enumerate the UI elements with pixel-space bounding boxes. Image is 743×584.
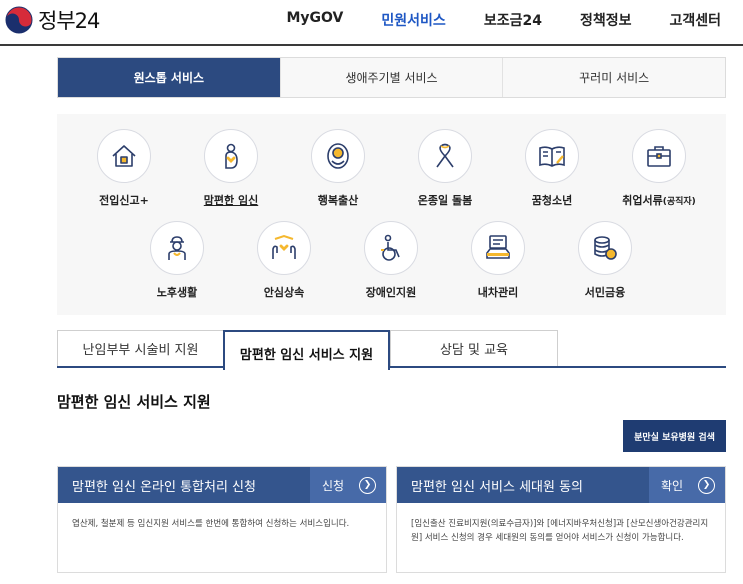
nav-customer-center[interactable]: 고객센터 [669, 10, 721, 30]
icon-label-main: 취업서류 [622, 194, 663, 207]
tab-pregnancy-service[interactable]: 맘편한 임신 서비스 지원 [223, 330, 390, 370]
site-header: 정부24 MyGOV 민원서비스 보조금24 정책정보 고객센터 [0, 0, 743, 46]
hands-icon [272, 234, 296, 259]
logo-text: 정부24 [38, 9, 100, 33]
section-title: 맘편한 임신 서비스 지원 [57, 393, 211, 411]
pregnant-icon [225, 143, 238, 169]
tab-onestop[interactable]: 원스톱 서비스 [58, 58, 281, 97]
icon-circle [257, 221, 311, 275]
icon-circle [311, 129, 365, 183]
card-header: 맘편한 임신 온라인 통합처리 신청 신청 ❯ [58, 467, 386, 503]
icon-circle [418, 129, 472, 183]
icon-item-disability[interactable]: 장애인지원 [336, 221, 446, 300]
icon-item-pregnancy[interactable]: 맘편한 임신 [176, 129, 286, 208]
icon-circle [97, 129, 151, 183]
icon-label: 장애인지원 [365, 286, 417, 299]
chevron-right-icon: ❯ [698, 476, 715, 494]
tab-lifecycle[interactable]: 생애주기별 서비스 [280, 58, 504, 97]
baby-icon [327, 143, 349, 169]
icon-label: 취업서류(공직자) [604, 192, 714, 208]
car-icon [486, 235, 510, 259]
card-description: 엽산제, 철분제 등 임신지원 서비스를 한번에 통합하여 신청하는 서비스입니… [72, 519, 350, 529]
ribbon-icon [436, 143, 454, 168]
icon-circle [632, 129, 686, 183]
confirm-button-label: 확인 [661, 478, 684, 493]
tab-package[interactable]: 꾸러미 서비스 [503, 58, 726, 97]
house-icon [112, 145, 136, 167]
coins-icon [594, 236, 617, 260]
apply-button-label: 신청 [322, 478, 345, 493]
card-household-consent: 맘편한 임신 서비스 세대원 동의 확인 ❯ [임신출산 진료비지원(의료수급자… [396, 466, 726, 573]
icon-label: 노후생활 [156, 286, 198, 299]
icon-label: 안심상속 [263, 286, 305, 299]
icon-item-employment-docs[interactable]: 취업서류(공직자) [604, 129, 714, 208]
icon-label: 온종일 돌봄 [417, 194, 473, 207]
book-icon [539, 146, 565, 167]
tab-counseling-education[interactable]: 상담 및 교육 [390, 330, 558, 366]
nav-subsidy[interactable]: 보조금24 [484, 10, 542, 30]
card-title: 맘편한 임신 서비스 세대원 동의 [411, 479, 584, 495]
card-title: 맘편한 임신 온라인 통합처리 신청 [72, 479, 256, 495]
service-tabs: 원스톱 서비스 생애주기별 서비스 꾸러미 서비스 [57, 57, 726, 98]
icon-item-move-in[interactable]: 전입신고+ [69, 129, 179, 208]
icon-label: 전입신고+ [99, 194, 149, 207]
icon-item-birth[interactable]: 행복출산 [283, 129, 393, 208]
site-logo[interactable]: 정부24 [5, 5, 100, 35]
icon-circle [471, 221, 525, 275]
taegeuk-logo-icon [5, 6, 33, 34]
icon-item-car[interactable]: 내차관리 [443, 221, 553, 300]
icon-item-allday-care[interactable]: 온종일 돌봄 [390, 129, 500, 208]
elder-icon [168, 236, 186, 260]
card-description: [임신출산 진료비지원(의료수급자)]와 [에너지바우처신청]과 [산모신생아건… [411, 519, 709, 544]
icon-circle [204, 129, 258, 183]
onestop-icon-panel: 전입신고+ 맘편한 임신 행복출산 온종일 돌봄 꿈청소년 취업서류(공직자) … [57, 114, 726, 315]
icon-circle [150, 221, 204, 275]
nav-mygov[interactable]: MyGOV [286, 10, 343, 30]
briefcase-icon [647, 146, 671, 167]
card-online-apply: 맘편한 임신 온라인 통합처리 신청 신청 ❯ 엽산제, 철분제 등 임신지원 … [57, 466, 387, 573]
nav-policy[interactable]: 정책정보 [580, 10, 632, 30]
icon-item-youth[interactable]: 꿈청소년 [497, 129, 607, 208]
icon-item-inheritance[interactable]: 안심상속 [229, 221, 339, 300]
icon-item-senior-life[interactable]: 노후생활 [122, 221, 232, 300]
pregnancy-sub-tabs: 난임부부 시술비 지원 맘편한 임신 서비스 지원 상담 및 교육 [57, 330, 726, 370]
confirm-button[interactable]: 확인 ❯ [649, 467, 725, 503]
icon-item-finance[interactable]: 서민금융 [550, 221, 660, 300]
global-nav: MyGOV 민원서비스 보조금24 정책정보 고객센터 [286, 10, 743, 30]
nav-civil-service[interactable]: 민원서비스 [381, 10, 445, 30]
icon-circle [525, 129, 579, 183]
tab-infertility-support[interactable]: 난임부부 시술비 지원 [57, 330, 224, 366]
apply-button[interactable]: 신청 ❯ [310, 467, 386, 503]
icon-label: 내차관리 [477, 286, 519, 299]
card-header: 맘편한 임신 서비스 세대원 동의 확인 ❯ [397, 467, 725, 503]
hospital-search-button[interactable]: 분만실 보유병원 검색 [623, 420, 726, 452]
icon-circle [364, 221, 418, 275]
icon-label: 꿈청소년 [531, 194, 573, 207]
icon-label: 서민금융 [584, 286, 626, 299]
icon-circle [578, 221, 632, 275]
wheelchair-icon [381, 234, 400, 261]
chevron-right-icon: ❯ [359, 476, 376, 494]
icon-label-small: (공직자) [662, 197, 696, 207]
icon-label: 맘편한 임신 [203, 194, 259, 207]
icon-label: 행복출산 [317, 194, 359, 207]
